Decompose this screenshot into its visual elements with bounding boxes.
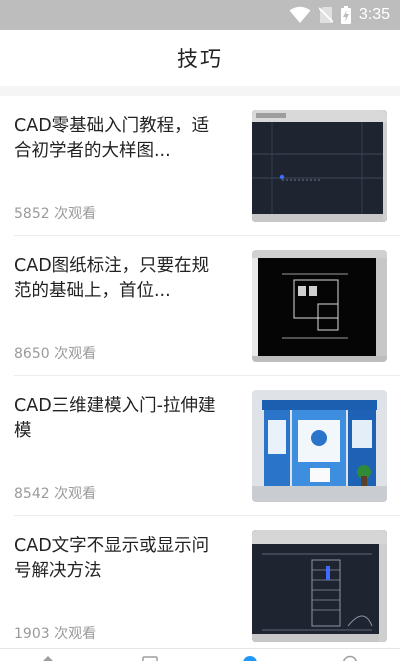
article-title: CAD图纸标注，只要在规范的基础上，首位... bbox=[14, 256, 210, 301]
article-view-count: 8650 次观看 bbox=[14, 346, 97, 362]
page-header: 技巧 bbox=[0, 30, 400, 86]
no-sim-icon bbox=[318, 7, 333, 23]
article-item[interactable]: CAD零基础入门教程，适合初学者的大样图... 5852 次观看 bbox=[0, 96, 400, 236]
article-title: CAD三维建模入门-拉伸建模 bbox=[14, 396, 216, 441]
article-thumbnail bbox=[252, 530, 387, 642]
article-item[interactable]: CAD文字不显示或显示问号解决方法 1903 次观看 bbox=[0, 516, 400, 648]
tips-icon[interactable] bbox=[242, 655, 258, 661]
article-thumbnail bbox=[252, 110, 387, 222]
wifi-icon bbox=[289, 6, 311, 23]
page-title: 技巧 bbox=[177, 47, 223, 71]
article-title: CAD零基础入门教程，适合初学者的大样图... bbox=[14, 116, 210, 161]
article-item[interactable]: CAD图纸标注，只要在规范的基础上，首位... 8650 次观看 bbox=[0, 236, 400, 376]
book-icon[interactable] bbox=[142, 655, 158, 661]
profile-icon[interactable] bbox=[342, 655, 358, 661]
article-list[interactable]: CAD零基础入门教程，适合初学者的大样图... 5852 次观看 CAD图纸标注… bbox=[0, 96, 400, 648]
status-time: 3:35 bbox=[358, 6, 390, 23]
article-item[interactable]: CAD三维建模入门-拉伸建模 8542 次观看 bbox=[0, 376, 400, 516]
article-view-count: 5852 次观看 bbox=[14, 206, 97, 222]
article-thumbnail bbox=[252, 390, 387, 502]
article-thumbnail bbox=[252, 250, 387, 362]
status-icons: 3:35 bbox=[289, 5, 390, 25]
battery-charging-icon bbox=[340, 6, 351, 24]
bottom-nav bbox=[0, 648, 400, 661]
status-bar: 3:35 bbox=[0, 0, 400, 30]
article-view-count: 8542 次观看 bbox=[14, 486, 97, 502]
article-title: CAD文字不显示或显示问号解决方法 bbox=[14, 536, 210, 581]
article-view-count: 1903 次观看 bbox=[14, 626, 97, 642]
home-icon[interactable] bbox=[40, 655, 56, 661]
